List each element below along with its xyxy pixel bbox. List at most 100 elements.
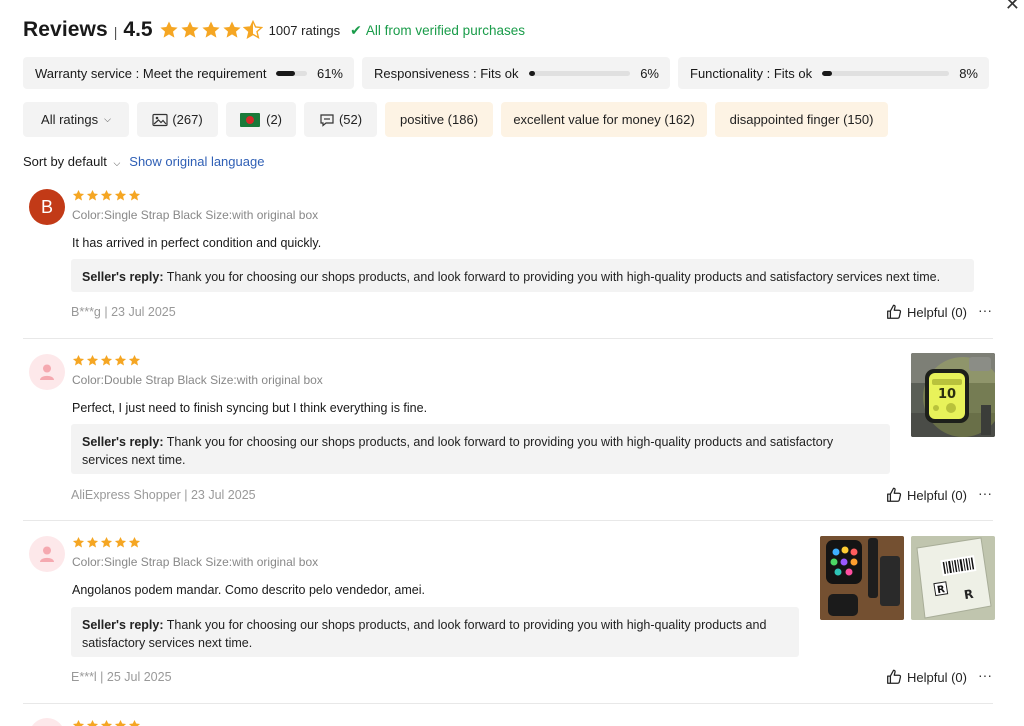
user-icon (40, 546, 54, 562)
avatar (29, 718, 65, 726)
comment-icon (319, 113, 335, 127)
divider (23, 338, 993, 339)
helpful-button[interactable]: Helpful (0) (885, 303, 967, 321)
watch-time: 10 (938, 387, 956, 402)
more-options-icon[interactable]: ··· (978, 485, 992, 501)
close-icon[interactable]: ✕ (1005, 0, 1020, 15)
star-icon (86, 189, 99, 201)
reviews-header: Reviews | 4.5 1007 ratings ✔ All from ve… (23, 14, 525, 46)
review-author-date: B***g | 23 Jul 2025 (71, 305, 176, 319)
star-icon (128, 189, 141, 201)
sort-dropdown[interactable]: Sort by default ⌵ (23, 154, 120, 169)
avatar (29, 354, 65, 390)
review-text: Angolanos podem mandar. Como descrito pe… (72, 583, 425, 597)
star-icon (86, 719, 99, 726)
review-author-date: E***l | 25 Jul 2025 (71, 670, 172, 684)
helpful-label: Helpful (0) (907, 304, 967, 320)
seller-reply-text: Thank you for choosing our shops product… (166, 618, 767, 632)
filter-with-photos[interactable]: (267) (137, 102, 218, 137)
review-filters: All ratings ⌵ (267) (2) (52) positive (1… (23, 102, 888, 137)
star-icon (181, 21, 199, 38)
sort-row: Sort by default ⌵ Show original language (23, 154, 264, 169)
star-icon (100, 189, 113, 201)
ratings-count: 1007 ratings (268, 22, 341, 38)
seller-reply: Seller's reply: Thank you for choosing o… (71, 607, 799, 657)
average-score: 4.5 (123, 18, 153, 41)
title-separator: | (113, 24, 118, 40)
user-icon (40, 364, 54, 380)
metric-label: Functionality : Fits ok (690, 65, 813, 81)
star-icon (72, 536, 85, 548)
seller-reply: Seller's reply: Thank you for choosing o… (71, 259, 974, 292)
more-options-icon[interactable]: ··· (978, 667, 992, 683)
filter-with-comments[interactable]: (52) (304, 102, 377, 137)
tag-disappointed-finger[interactable]: disappointed finger (150) (715, 102, 888, 137)
metric-functionality: Functionality : Fits ok 8% (678, 57, 989, 89)
review-author-date: AliExpress Shopper | 23 Jul 2025 (71, 488, 256, 502)
review-photo[interactable] (820, 536, 904, 620)
comments-count: (52) (338, 112, 363, 127)
chevron-down-icon: ⌵ (104, 114, 111, 124)
average-stars (159, 20, 263, 40)
review-variant: Color:Single Strap Black Size:with origi… (72, 208, 319, 222)
more-options-icon[interactable]: ··· (978, 302, 992, 318)
review-variant: Color:Single Strap Black Size:with origi… (72, 555, 319, 569)
review-variant: Color:Double Strap Black Size:with origi… (72, 373, 323, 387)
thumbs-up-icon (887, 669, 902, 684)
star-icon (114, 354, 127, 366)
check-icon: ✔ (350, 21, 362, 38)
avatar: B (29, 189, 65, 225)
review-stars (72, 354, 141, 367)
tag-positive[interactable]: positive (186) (385, 102, 493, 137)
review-stars (72, 189, 141, 202)
review-stars (72, 719, 141, 726)
seller-reply-label: Seller's reply: (82, 618, 164, 632)
all-ratings-dropdown[interactable]: All ratings ⌵ (23, 102, 129, 137)
star-icon (72, 354, 85, 366)
metric-value: 6% (640, 65, 659, 81)
star-icon (160, 21, 178, 38)
chevron-down-icon: ⌵ (113, 158, 121, 168)
thumbs-up-icon (887, 304, 902, 319)
divider (23, 703, 993, 704)
star-icon (114, 189, 127, 201)
star-icon (128, 536, 141, 548)
metric-warranty: Warranty service : Meet the requirement … (23, 57, 354, 89)
metric-responsiveness: Responsiveness : Fits ok 6% (362, 57, 670, 89)
star-icon (86, 536, 99, 548)
review-stars (72, 536, 141, 549)
star-icon (72, 719, 85, 726)
review-photo[interactable]: R R (911, 536, 995, 620)
star-icon (114, 719, 127, 726)
metric-bar (276, 70, 307, 76)
star-icon (128, 354, 141, 366)
page-title: Reviews (23, 18, 108, 41)
seller-reply-text: services next time. (82, 453, 186, 467)
sort-label: Sort by default (23, 154, 107, 169)
tag-excellent-value[interactable]: excellent value for money (162) (501, 102, 707, 137)
seller-reply-text: Thank you for choosing our shops product… (166, 435, 834, 449)
show-original-language-link[interactable]: Show original language (129, 154, 264, 169)
star-icon (100, 719, 113, 726)
all-ratings-label: All ratings (41, 112, 99, 127)
star-icon (114, 536, 127, 548)
filter-country[interactable]: (2) (226, 102, 296, 137)
star-icon (223, 21, 241, 38)
helpful-button[interactable]: Helpful (0) (885, 668, 967, 686)
star-icon (86, 354, 99, 366)
review-photo[interactable]: 10 (911, 353, 995, 437)
photos-count: (267) (172, 112, 203, 127)
review-text: It has arrived in perfect condition and … (72, 236, 322, 250)
seller-reply-label: Seller's reply: (82, 435, 164, 449)
metric-value: 61% (316, 65, 343, 81)
star-icon (100, 354, 113, 366)
image-icon (152, 113, 168, 127)
thumbs-up-icon (887, 487, 902, 502)
flag-icon (240, 112, 261, 127)
metric-value: 8% (959, 65, 978, 81)
verified-purchases-label: All from verified purchases (365, 22, 525, 38)
seller-reply-text: Thank you for choosing our shops product… (166, 270, 941, 284)
helpful-label: Helpful (0) (907, 669, 967, 685)
helpful-button[interactable]: Helpful (0) (885, 486, 967, 504)
avatar (29, 536, 65, 572)
